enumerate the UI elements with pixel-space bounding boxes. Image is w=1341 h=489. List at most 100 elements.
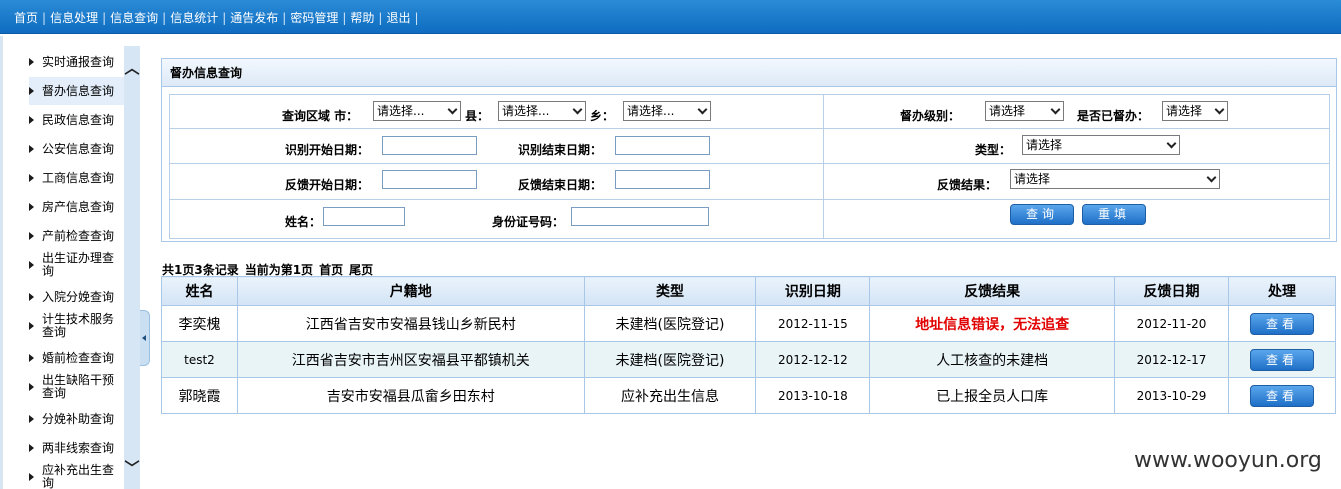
- chevron-right-icon: [29, 415, 34, 423]
- nav-info-stats[interactable]: 信息统计: [170, 11, 218, 25]
- chevron-right-icon: [29, 354, 34, 362]
- sidebar-item-family-planning[interactable]: 计生技术服务查询: [29, 312, 125, 340]
- col-header-result: 反馈结果: [869, 276, 1116, 306]
- sidebar-item-two-non[interactable]: 两非线索查询: [29, 434, 125, 462]
- nav-home[interactable]: 首页: [14, 11, 38, 25]
- nav-separator: |: [378, 11, 383, 25]
- fb-start-date-label: 反馈开始日期：: [285, 178, 370, 192]
- county-select-value: 请选择...: [502, 104, 550, 118]
- table-row: 郭晓霞 吉安市安福县瓜畲乡田东村 应补充出生信息 2013-10-18 已上报全…: [161, 377, 1337, 414]
- record-summary: 共1页3条记录: [162, 263, 239, 277]
- sidebar-item-delivery[interactable]: 入院分娩查询: [29, 283, 125, 311]
- cell-name: 郭晓霞: [161, 377, 238, 414]
- cell-address: 江西省吉安市安福县钱山乡新民村: [236, 305, 585, 342]
- region-label: 查询区域 市：: [282, 109, 359, 123]
- chevron-right-icon: [29, 116, 34, 124]
- chevron-right-icon: [29, 87, 34, 95]
- last-page-link[interactable]: 尾页: [349, 263, 373, 277]
- town-select-value: 请选择...: [627, 104, 675, 118]
- cell-name: test2: [161, 341, 238, 378]
- supervised-select[interactable]: 请选择: [1162, 101, 1228, 121]
- sidebar-item-civil[interactable]: 民政信息查询: [29, 106, 125, 134]
- divider: [170, 128, 1329, 129]
- cell-result: 地址信息错误，无法追查: [869, 305, 1116, 342]
- sidebar-item-label: 两非线索查询: [42, 440, 115, 455]
- id-start-date-input[interactable]: [382, 136, 477, 155]
- sidebar-item-prenatal[interactable]: 产前检查查询: [29, 222, 125, 250]
- col-header-type: 类型: [583, 276, 757, 306]
- sidebar-item-business[interactable]: 工商信息查询: [29, 164, 125, 192]
- name-label: 姓名：: [285, 215, 322, 229]
- col-header-address: 户籍地: [236, 276, 585, 306]
- sidebar-collapse-toggle[interactable]: [140, 310, 150, 366]
- sidebar-item-label: 督办信息查询: [42, 83, 115, 98]
- fb-result-select-value: 请选择: [1014, 172, 1051, 186]
- sidebar-item-property[interactable]: 房产信息查询: [29, 193, 125, 221]
- nav-info-query[interactable]: 信息查询: [110, 11, 158, 25]
- county-label: 县：: [465, 109, 490, 123]
- nav-notice[interactable]: 通告发布: [230, 11, 278, 25]
- nav-info-process[interactable]: 信息处理: [50, 11, 98, 25]
- sidebar-item-supplement-birth[interactable]: 应补充出生查询: [29, 463, 125, 489]
- divider: [170, 163, 1329, 164]
- sidebar-item-label: 实时通报查询: [42, 54, 115, 69]
- sidebar-item-birth-cert[interactable]: 出生证办理查询: [29, 251, 125, 279]
- sidebar-item-delivery-subsidy[interactable]: 分娩补助查询: [29, 405, 125, 433]
- watermark: www.wooyun.org: [1134, 448, 1322, 473]
- cell-type: 应补充出生信息: [583, 377, 757, 414]
- cell-id-date: 2012-11-15: [755, 305, 871, 342]
- fb-start-date-input[interactable]: [382, 170, 477, 189]
- nav-logout[interactable]: 退出: [386, 11, 410, 25]
- fb-result-select[interactable]: 请选择: [1010, 169, 1220, 189]
- chevron-right-icon: [29, 261, 34, 269]
- top-nav-bar: 首页 | 信息处理 | 信息查询 | 信息统计 | 通告发布 | 密码管理 | 帮助 | 退出 |: [0, 0, 1341, 34]
- reset-button[interactable]: 重填: [1082, 204, 1146, 225]
- chevron-right-icon: [29, 322, 34, 330]
- id-end-date-input[interactable]: [615, 136, 710, 155]
- sidebar-item-label: 计生技术服务查询: [42, 312, 115, 339]
- sidebar-item-realtime[interactable]: 实时通报查询: [29, 48, 125, 76]
- town-select[interactable]: 请选择...: [623, 101, 711, 121]
- first-page-link[interactable]: 首页: [319, 263, 343, 277]
- idcard-input[interactable]: [571, 207, 709, 226]
- supervised-label: 是否已督办：: [1077, 109, 1150, 123]
- chevron-down-icon: [447, 104, 458, 115]
- view-button[interactable]: 查看: [1249, 348, 1314, 371]
- nav-help[interactable]: 帮助: [350, 11, 374, 25]
- cell-action: 查看: [1227, 305, 1337, 342]
- table-row: test2 江西省吉安市吉州区安福县平都镇机关 未建档(医院登记) 2012-1…: [161, 341, 1337, 378]
- scroll-up-icon[interactable]: ︿: [124, 60, 140, 76]
- nav-separator: |: [282, 11, 287, 25]
- chevron-down-icon: [1050, 104, 1061, 115]
- view-button[interactable]: 查看: [1249, 312, 1314, 335]
- sidebar-scrollbar[interactable]: [124, 46, 140, 489]
- search-button[interactable]: 查询: [1010, 204, 1074, 225]
- col-header-name: 姓名: [161, 276, 238, 306]
- city-select[interactable]: 请选择...: [373, 101, 461, 121]
- fb-end-date-input[interactable]: [615, 170, 710, 189]
- sidebar-item-premarital[interactable]: 婚前检查查询: [29, 344, 125, 372]
- chevron-right-icon: [29, 174, 34, 182]
- supervise-level-select[interactable]: 请选择: [985, 101, 1064, 121]
- type-select[interactable]: 请选择: [1022, 135, 1180, 155]
- scroll-down-icon[interactable]: ﹀: [124, 460, 140, 476]
- sidebar-item-supervise[interactable]: 督办信息查询: [29, 77, 125, 105]
- name-input[interactable]: [323, 207, 405, 226]
- supervise-level-label: 督办级别：: [900, 109, 961, 123]
- chevron-right-icon: [29, 383, 34, 391]
- nav-separator: |: [42, 11, 47, 25]
- county-select[interactable]: 请选择...: [498, 101, 586, 121]
- sidebar-item-birth-defect[interactable]: 出生缺陷干预查询: [29, 373, 125, 401]
- cell-type: 未建档(医院登记): [583, 305, 757, 342]
- sidebar-item-police[interactable]: 公安信息查询: [29, 135, 125, 163]
- nav-password[interactable]: 密码管理: [290, 11, 338, 25]
- chevron-down-icon: [572, 104, 583, 115]
- cell-fb-date: 2012-11-20: [1114, 305, 1229, 342]
- cell-result: 人工核查的未建档: [869, 341, 1116, 378]
- cell-address: 江西省吉安市吉州区安福县平都镇机关: [236, 341, 585, 378]
- view-button[interactable]: 查看: [1249, 384, 1314, 407]
- supervised-value: 请选择: [1166, 104, 1203, 118]
- chevron-right-icon: [29, 203, 34, 211]
- town-label: 乡：: [590, 109, 615, 123]
- idcard-label: 身份证号码：: [492, 215, 565, 229]
